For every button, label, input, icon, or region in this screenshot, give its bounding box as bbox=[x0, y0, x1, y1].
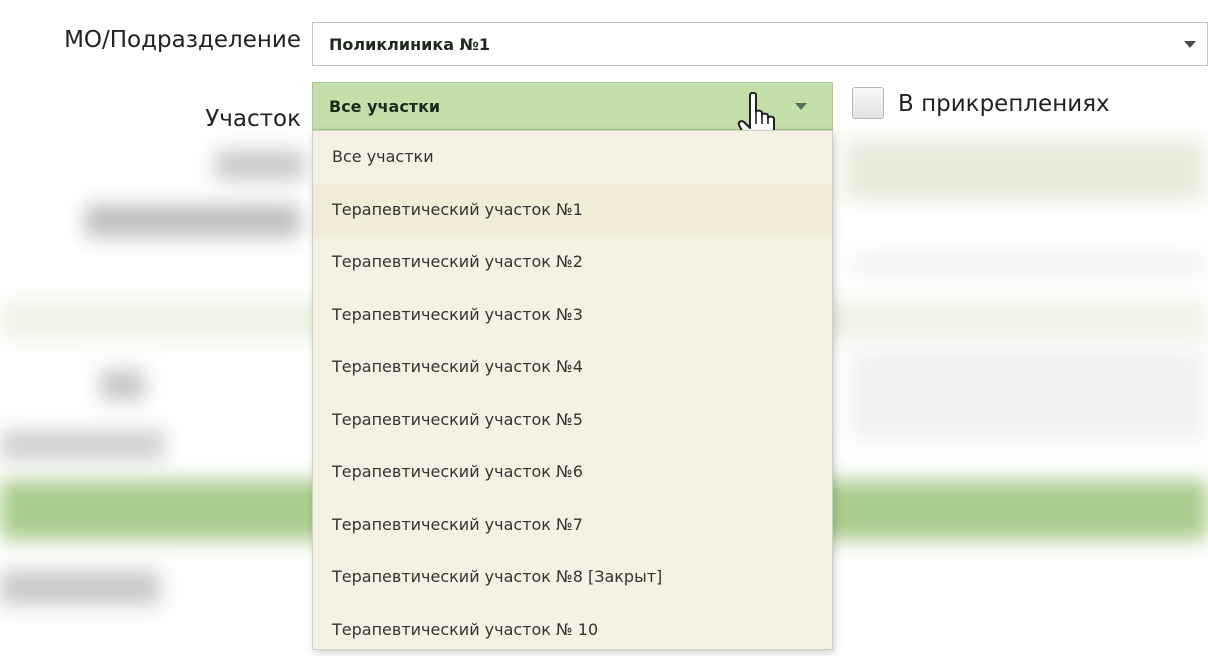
dropdown-option[interactable]: Терапевтический участок №3 bbox=[313, 289, 832, 342]
attachments-label: В прикреплениях bbox=[898, 91, 1110, 117]
uchastok-select-value: Все участки bbox=[329, 97, 440, 116]
mo-select-value: Поликлиника №1 bbox=[329, 35, 490, 54]
dropdown-option[interactable]: Все участки bbox=[313, 131, 832, 184]
dropdown-option[interactable]: Терапевтический участок №8 [Закрыт] bbox=[313, 551, 832, 604]
chevron-down-icon[interactable] bbox=[1184, 41, 1196, 48]
attachments-checkbox[interactable] bbox=[852, 87, 884, 119]
dropdown-option[interactable]: Терапевтический участок №7 bbox=[313, 499, 832, 552]
dropdown-option[interactable]: Терапевтический участок №2 bbox=[313, 236, 832, 289]
mo-select[interactable]: Поликлиника №1 bbox=[312, 22, 1208, 66]
dropdown-option[interactable]: Терапевтический участок №6 bbox=[313, 446, 832, 499]
uchastok-label: Участок bbox=[0, 106, 301, 132]
dropdown-option[interactable]: Терапевтический участок №5 bbox=[313, 394, 832, 447]
dropdown-option[interactable]: Терапевтический участок №4 bbox=[313, 341, 832, 394]
mo-label: МО/Подразделение bbox=[0, 27, 301, 53]
dropdown-option[interactable]: Терапевтический участок №1 bbox=[313, 184, 832, 237]
dropdown-option[interactable]: Терапевтический участок № 10 bbox=[313, 604, 832, 656]
uchastok-dropdown-list[interactable]: Все участки Терапевтический участок №1 Т… bbox=[312, 130, 833, 650]
chevron-down-icon[interactable] bbox=[795, 103, 807, 110]
